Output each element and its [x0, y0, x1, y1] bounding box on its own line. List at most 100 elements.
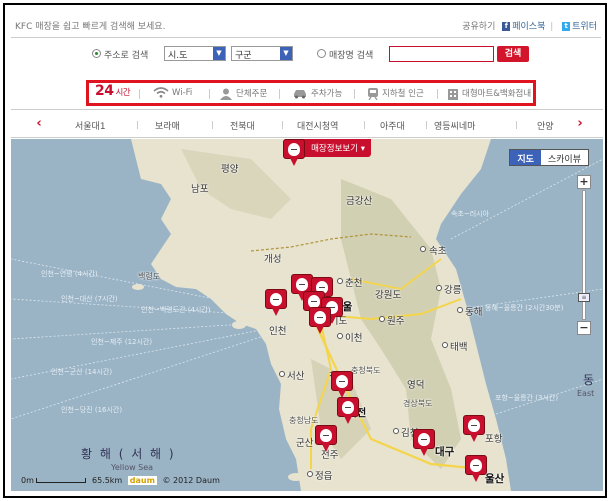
map-label: 춘천 — [345, 278, 363, 289]
filter-24h-label: 시간 — [115, 88, 131, 98]
twitter-link[interactable]: 트위터 — [572, 22, 597, 32]
filter-subway[interactable]: 지하철 인근 — [367, 87, 424, 100]
divider — [516, 121, 517, 129]
filter-mart[interactable]: 대형마트&백화점내 — [447, 87, 531, 100]
twitter-icon[interactable]: t — [562, 22, 571, 31]
kfc-store-pin[interactable] — [315, 425, 337, 453]
divider — [279, 89, 280, 99]
district-select[interactable]: 구군 ▼ — [231, 46, 293, 61]
filter-wifi-label: Wi-Fi — [172, 88, 193, 98]
kfc-store-pin[interactable] — [283, 139, 305, 167]
kfc-store-pin[interactable] — [463, 415, 485, 443]
ferry-route-label: 인천~연평 (4시간) — [41, 270, 98, 278]
kfc-store-pin[interactable] — [331, 371, 353, 399]
map-type-toggle: 지도 스카이뷰 — [509, 149, 589, 166]
prev-arrow-icon[interactable]: ‹ — [33, 116, 45, 131]
filter-group-order-label: 단체주문 — [236, 89, 268, 99]
zoom-slider-handle[interactable]: ≡ — [578, 293, 590, 302]
search-by-store-label: 매장명 검색 — [329, 51, 374, 61]
city-marker — [307, 471, 313, 477]
city-marker — [442, 342, 448, 348]
store-info-button-label: 매장정보보기 — [311, 144, 359, 154]
city-marker — [279, 371, 285, 377]
divider — [209, 89, 210, 99]
map-label: 백령도 — [138, 272, 161, 281]
map-label: 인천 — [269, 326, 287, 337]
map-label: 영덕 — [407, 380, 425, 391]
facebook-link[interactable]: 페이스북 — [512, 22, 545, 32]
chevron-down-icon: ▼ — [213, 47, 225, 60]
filter-mart-label: 대형마트&백화점내 — [462, 89, 532, 99]
station-item[interactable]: 아주대 — [380, 119, 405, 132]
east-sea-name: 동 — [583, 373, 597, 387]
ferry-route-label: 인천~대산 (7시간) — [61, 295, 118, 303]
map-label: 정읍 — [315, 471, 333, 482]
share-bar: 공유하기 f 페이스북 | t 트위터 — [462, 19, 597, 32]
filter-parking[interactable]: 주차가능 — [292, 87, 342, 99]
filter-group-order[interactable]: 단체주문 — [219, 87, 267, 100]
map-label: 군산 — [296, 438, 314, 449]
search-by-address-label: 주소로 검색 — [104, 51, 149, 61]
ferry-route-label: 인천~군산 (14시간) — [51, 368, 113, 376]
station-item[interactable]: 보라매 — [155, 119, 180, 132]
map-scale: 0m 65.5km daum © 2012 Daum — [21, 476, 220, 485]
station-carousel: ‹ 서울대1 보라매 전북대 대전시청역 아주대 영등씨네마 안양 › — [11, 109, 603, 138]
kfc-store-pin[interactable] — [413, 429, 435, 457]
filter-parking-label: 주차가능 — [311, 89, 343, 99]
city-select-value: 시.도 — [168, 51, 188, 61]
kfc-store-pin[interactable] — [465, 455, 487, 483]
filter-24h[interactable]: 24 시간 — [95, 83, 131, 99]
ferry-route-label: 인천~백령도간 (4시간) — [141, 306, 211, 314]
ferry-route-label: 동해~울릉간 (2시간30분) — [485, 304, 564, 312]
station-item[interactable]: 안양 — [537, 119, 554, 132]
facebook-icon[interactable]: f — [502, 22, 511, 31]
zoom-in-button[interactable]: + — [577, 175, 591, 189]
share-separator: | — [550, 22, 554, 32]
map-label: 원주 — [387, 316, 405, 327]
map-type-map[interactable]: 지도 — [510, 150, 541, 165]
sea-name-en: Yellow Sea — [111, 463, 154, 472]
divider — [354, 89, 355, 99]
divider — [426, 121, 427, 129]
kfc-store-pin[interactable] — [265, 289, 287, 317]
map-label: 울산 — [485, 473, 505, 485]
store-name-input[interactable] — [389, 46, 494, 62]
city-marker — [337, 333, 343, 339]
filter-24h-number: 24 — [95, 83, 114, 99]
next-arrow-icon[interactable]: › — [574, 116, 586, 131]
kfc-store-pin[interactable] — [309, 307, 331, 335]
filter-wifi[interactable]: Wi-Fi — [153, 87, 192, 98]
map-label: 강릉 — [444, 285, 462, 296]
station-item[interactable]: 전북대 — [230, 119, 255, 132]
search-row: 주소로 검색 시.도 ▼ 구군 ▼ 매장명 검색 검색 — [5, 45, 605, 65]
station-item[interactable]: 서울대1 — [75, 119, 106, 132]
building-icon — [448, 88, 458, 100]
east-sea-name-en: East — [577, 389, 595, 398]
zoom-out-button[interactable]: − — [577, 321, 591, 335]
map-label: 속초 — [429, 246, 447, 257]
intro-text: KFC 매장을 쉽고 빠르게 검색해 보세요. — [15, 22, 166, 32]
divider — [437, 89, 438, 99]
map-view[interactable]: 매장정보보기 ▾ 평양 남포 금강산 개성 백령도 속초 춘천 강원도 강릉 동… — [11, 139, 603, 491]
ferry-route-label: 포항~울릉간 (3시간) — [495, 394, 559, 402]
city-marker — [436, 285, 442, 291]
divider — [364, 121, 365, 129]
station-item[interactable]: 대전시청역 — [297, 119, 338, 132]
kfc-store-locator: KFC 매장을 쉽고 빠르게 검색해 보세요. 공유하기 f 페이스북 | t 트위… — [3, 3, 607, 498]
filter-subway-label: 지하철 인근 — [382, 89, 424, 99]
divider — [11, 37, 601, 38]
station-item[interactable]: 영등씨네마 — [434, 119, 475, 132]
kfc-store-pin[interactable] — [337, 397, 359, 425]
search-by-store-radio[interactable] — [317, 49, 326, 58]
daum-logo[interactable]: daum — [127, 476, 157, 485]
ferry-route-label: 속초~러시아 — [451, 210, 490, 218]
divider — [212, 121, 213, 129]
map-type-skyview[interactable]: 스카이뷰 — [540, 150, 588, 165]
search-by-address-radio[interactable] — [92, 49, 101, 58]
map-label: 태백 — [450, 342, 468, 353]
search-button[interactable]: 검색 — [497, 46, 529, 62]
group-icon — [220, 88, 232, 100]
map-label: 대구 — [435, 446, 455, 458]
city-select[interactable]: 시.도 ▼ — [164, 46, 226, 61]
map-label: 서산 — [287, 371, 305, 382]
